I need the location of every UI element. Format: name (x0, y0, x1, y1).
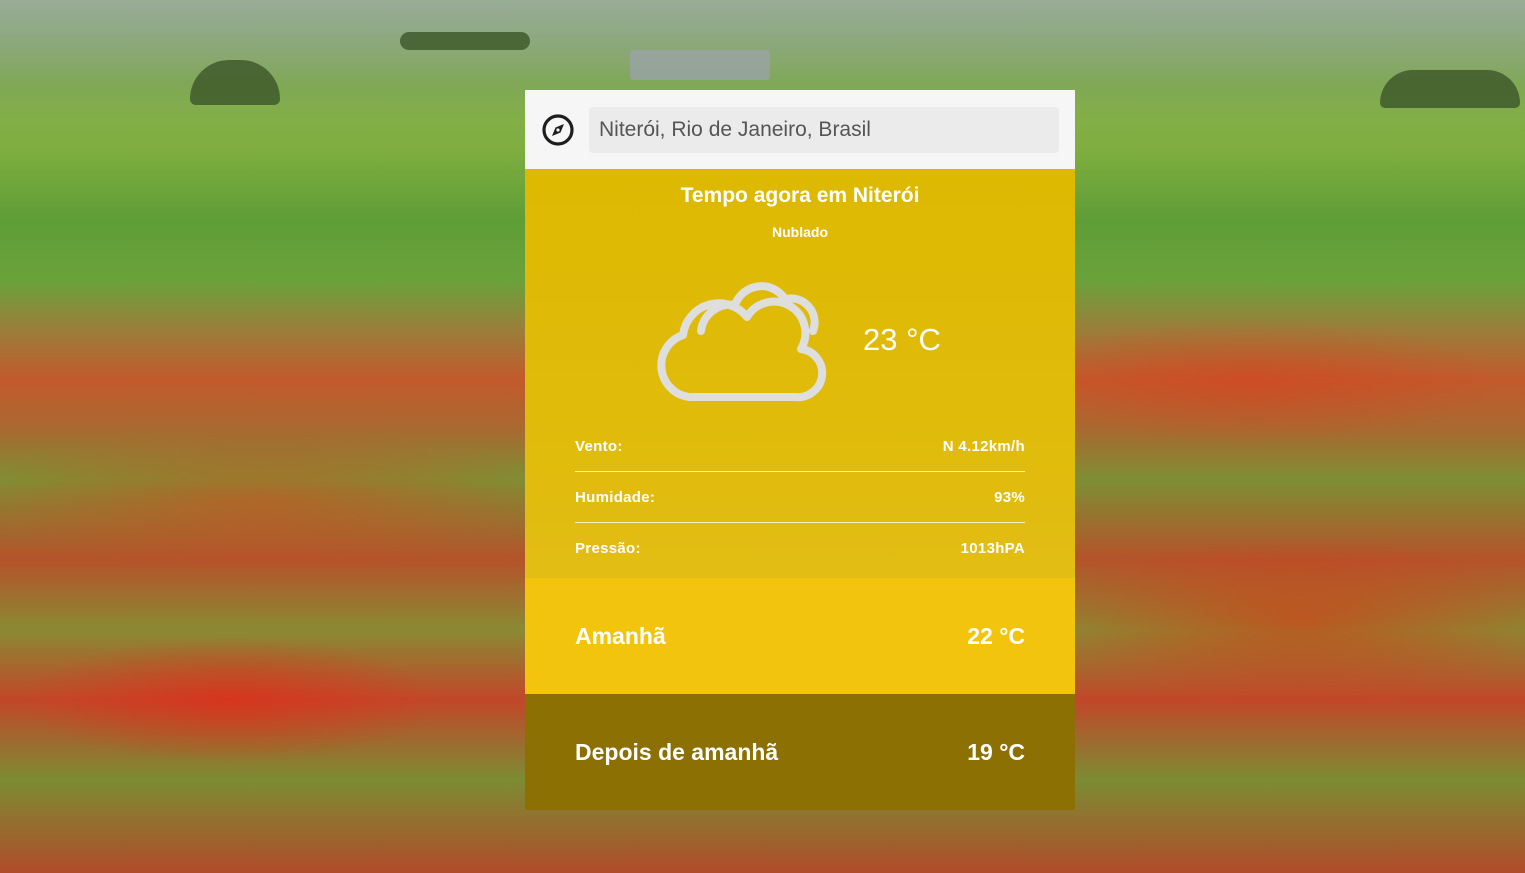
detail-value: 93% (994, 488, 1025, 506)
background-farm (630, 50, 770, 80)
current-weather-title: Tempo agora em Niterói (680, 184, 920, 207)
location-search-input[interactable] (589, 106, 1059, 153)
compass-icon[interactable] (541, 113, 575, 147)
detail-value: N 4.12km/h (942, 437, 1025, 455)
current-condition: Nublado (772, 224, 828, 240)
detail-row-wind: Vento: N 4.12km/h (575, 421, 1025, 472)
forecast-day-after-tomorrow: Depois de amanhã 19 °C (525, 694, 1075, 810)
forecast-temperature: 22 °C (967, 622, 1025, 649)
current-weather-panel: Tempo agora em Niterói Nublado 23 °C Ven… (525, 169, 1075, 578)
detail-label: Humidade: (575, 488, 656, 506)
detail-value: 1013hPA (960, 540, 1025, 557)
forecast-tomorrow: Amanhã 22 °C (525, 578, 1075, 694)
detail-row-pressure: Pressão: 1013hPA (575, 523, 1025, 574)
detail-row-humidity: Humidade: 93% (575, 472, 1025, 523)
forecast-day-label: Amanhã (575, 622, 666, 649)
detail-label: Pressão: (575, 540, 641, 557)
detail-label: Vento: (575, 437, 623, 455)
background-trees (400, 32, 530, 50)
background-trees (1380, 70, 1520, 108)
forecast-temperature: 19 °C (967, 738, 1025, 765)
weather-details: Vento: N 4.12km/h Humidade: 93% Pressão:… (575, 421, 1025, 574)
cloudy-icon (653, 269, 828, 409)
forecast-day-label: Depois de amanhã (575, 738, 779, 765)
current-temperature: 23 °C (863, 322, 941, 357)
search-bar (525, 90, 1075, 169)
weather-widget: Tempo agora em Niterói Nublado 23 °C Ven… (525, 90, 1075, 810)
